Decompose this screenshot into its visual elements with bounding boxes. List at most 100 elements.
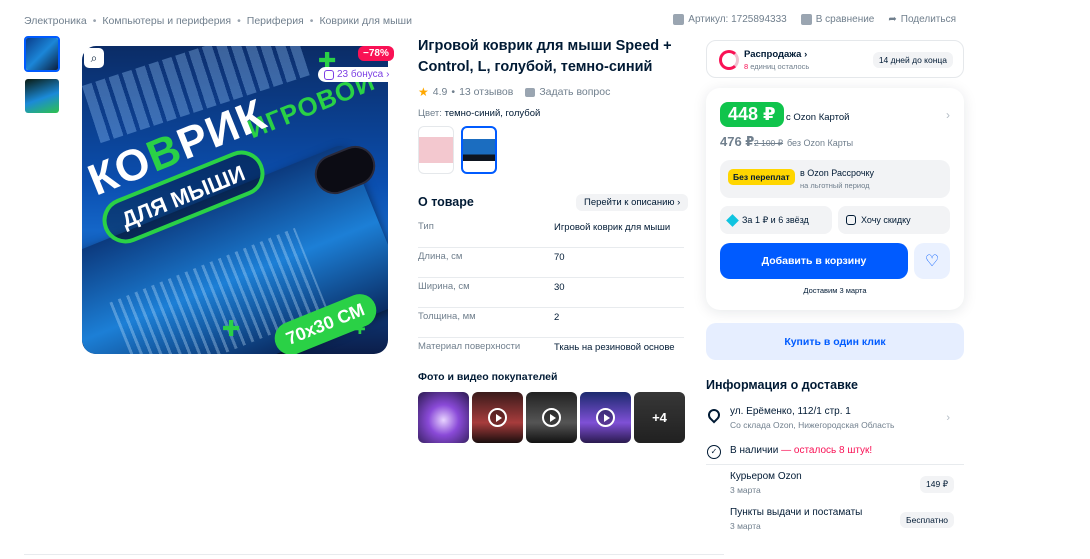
method-price: Бесплатно <box>900 512 954 528</box>
chevron-right-icon[interactable]: › <box>946 108 950 122</box>
sale-card[interactable]: Распродажа › 8 единиц осталось 14 дней д… <box>706 40 964 78</box>
play-icon <box>488 408 507 427</box>
installment-title: в Ozon Рассрочку <box>800 168 875 178</box>
customer-photo[interactable] <box>418 392 469 443</box>
breadcrumb-item[interactable]: Электроника <box>24 15 87 27</box>
color-swatch[interactable] <box>418 126 454 174</box>
spec-key: Материал поверхности <box>418 341 521 352</box>
more-photos[interactable]: +4 <box>634 392 685 443</box>
add-to-cart-button[interactable]: Добавить в корзину <box>720 243 908 279</box>
divider <box>706 464 964 465</box>
installment-badge: Без переплат <box>728 169 795 185</box>
gallery-thumbnail[interactable] <box>24 78 60 114</box>
installment-subtitle: на льготный период <box>800 181 870 190</box>
image-search-icon[interactable]: ⌕ <box>84 48 104 68</box>
diamond-icon <box>726 213 739 227</box>
want-discount-button[interactable]: Хочу скидку <box>838 206 950 234</box>
share-label: Поделиться <box>900 14 956 25</box>
star-icon: ★ <box>418 85 429 99</box>
sale-days-left: 14 дней до конца <box>872 52 953 68</box>
favorite-heart-icon[interactable]: ♡ <box>914 243 950 279</box>
price-without-card: 476 ₽ <box>720 134 755 149</box>
spec-key: Длина, см <box>418 251 463 262</box>
plus-decoration: ✚ <box>222 316 241 341</box>
sale-title: Распродажа › <box>744 49 808 60</box>
method-price: 149 ₽ <box>920 476 954 493</box>
method-name: Курьером Ozon <box>730 471 802 482</box>
breadcrumb-item[interactable]: Компьютеры и периферия <box>102 15 231 27</box>
stars-offer-button[interactable]: За 1 ₽ и 6 звёзд <box>720 206 832 234</box>
go-to-description-button[interactable]: Перейти к описанию › <box>576 194 689 211</box>
color-label: Цвет: темно-синий, голубой <box>418 108 541 119</box>
color-value: темно-синий, голубой <box>444 108 541 119</box>
share-button[interactable]: ➦ Поделиться <box>888 14 956 25</box>
spec-key: Ширина, см <box>418 281 470 292</box>
reviews-link[interactable]: 13 отзывов <box>459 86 513 98</box>
gallery-thumbnails <box>24 36 60 120</box>
warehouse-line: Со склада Ozon, Нижегородская Область <box>730 420 895 430</box>
chevron-right-icon: › <box>386 69 390 80</box>
method-date: 3 марта <box>730 485 761 495</box>
about-title: О товаре <box>418 195 474 209</box>
spec-value: 30 <box>554 282 565 293</box>
spec-row: Ширина, см 30 <box>418 278 684 308</box>
top-actions: Артикул: 1725894333 В сравнение ➦ Подели… <box>673 14 956 25</box>
breadcrumb-item[interactable]: Периферия <box>247 15 304 27</box>
question-icon <box>525 87 536 97</box>
bonus-badge[interactable]: 23 бонуса › <box>318 67 396 82</box>
customer-video[interactable] <box>472 392 523 443</box>
rating-value: 4.9 <box>432 86 448 98</box>
stock-status: ✓ В наличии — осталось 8 штук! <box>706 443 964 463</box>
check-circle-icon: ✓ <box>707 445 721 459</box>
spec-key: Тип <box>418 221 434 232</box>
color-swatch-selected[interactable] <box>461 126 497 174</box>
spec-row: Длина, см 70 <box>418 248 684 278</box>
plus-decoration: ✚ <box>354 321 366 337</box>
customer-video[interactable] <box>526 392 577 443</box>
spec-value: 70 <box>554 252 565 263</box>
bonus-icon <box>324 69 334 80</box>
spec-row: Тип Игровой коврик для мыши <box>418 218 684 248</box>
breadcrumb-separator: • <box>309 15 314 27</box>
delivery-method[interactable]: Пункты выдачи и постаматы 3 марта Беспла… <box>706 507 964 537</box>
breadcrumb: Электроника • Компьютеры и периферия • П… <box>24 15 412 27</box>
compare-icon <box>800 14 812 25</box>
breadcrumb-item[interactable]: Коврики для мыши <box>319 15 412 27</box>
breadcrumb-separator: • <box>92 15 97 27</box>
divider <box>24 554 724 555</box>
installment-offer[interactable]: Без переплат в Ozon Рассрочку на льготны… <box>720 160 950 198</box>
method-date: 3 марта <box>730 521 761 531</box>
spec-row: Материал поверхности Ткань на резиновой … <box>418 338 684 368</box>
price-without-card-note: без Ozon Карты <box>787 138 854 148</box>
old-price: 2 100 ₽ <box>754 138 784 148</box>
gallery-thumbnail[interactable] <box>24 36 60 72</box>
rating-row: ★ 4.9 • 13 отзывов Задать вопрос <box>418 85 610 99</box>
tag-icon <box>673 14 685 25</box>
delivery-title: Информация о доставке <box>706 378 859 392</box>
customer-video[interactable] <box>580 392 631 443</box>
product-main-image[interactable]: ИГРОВОЙ КОВРИК ДЛЯ МЫШИ 70x30 СМ ✚ ✚ ✚ <box>82 46 388 354</box>
play-icon <box>542 408 561 427</box>
spec-row: Толщина, мм 2 <box>418 308 684 338</box>
article-number[interactable]: Артикул: 1725894333 <box>673 14 787 25</box>
play-icon <box>596 408 615 427</box>
ask-question-link[interactable]: Задать вопрос <box>539 86 610 98</box>
method-name: Пункты выдачи и постаматы <box>730 507 863 518</box>
delivery-date-note: Доставим 3 марта <box>803 286 867 295</box>
spec-value: Ткань на резиновой основе <box>554 342 675 353</box>
location-pin-icon <box>705 406 723 424</box>
delivery-method[interactable]: Курьером Ozon 3 марта 149 ₽ <box>706 471 964 501</box>
buy-one-click-button[interactable]: Купить в один клик <box>706 323 964 360</box>
bonus-label: 23 бонуса <box>337 69 384 80</box>
delivery-address[interactable]: ул. Ерёменко, 112/1 стр. 1 Со склада Ozo… <box>705 406 964 436</box>
price-card: 448 ₽ c Ozon Картой › 476 ₽ 2 100 ₽ без … <box>706 88 964 310</box>
compare-button[interactable]: В сравнение <box>800 14 874 25</box>
share-icon: ➦ <box>888 14 897 25</box>
customer-photos-title: Фото и видео покупателей <box>418 371 558 383</box>
spec-key: Толщина, мм <box>418 311 476 322</box>
dot-separator: • <box>451 86 456 98</box>
discount-badge: −78% <box>358 46 394 61</box>
stock-text: В наличии — осталось 8 штук! <box>730 445 873 456</box>
price-with-card: 448 ₽ <box>720 102 784 127</box>
product-title: Игровой коврик для мыши Speed + Control,… <box>418 38 672 75</box>
